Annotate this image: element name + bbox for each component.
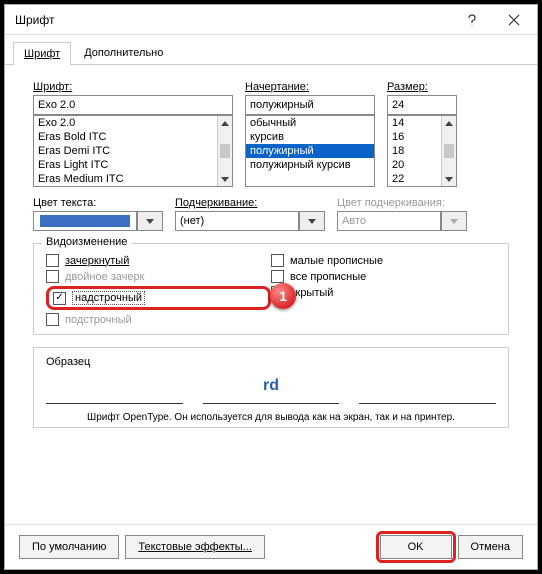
tab-bar: Шрифт Дополнительно [5, 35, 537, 65]
list-item[interactable]: полужирный курсив [246, 158, 374, 172]
list-item[interactable]: 24 [388, 186, 456, 187]
window-title: Шрифт [15, 13, 54, 27]
dialog-footer: По умолчанию Текстовые эффекты... 2 OK О… [5, 524, 537, 569]
check-superscript[interactable]: надстрочный [53, 291, 145, 305]
undercolor-label: Цвет подчеркивания: [337, 197, 467, 209]
effects-group: Видоизменение зачеркнутый двойное зачерк… [33, 243, 509, 335]
sample-group: Образец rd Шрифт OpenType. Он использует… [33, 347, 509, 428]
list-item[interactable]: Eras Medium ITC [34, 172, 232, 186]
check-smallcaps[interactable]: малые прописные [271, 254, 496, 267]
font-dialog: Шрифт Шрифт Дополнительно Шрифт: Exo 2.0… [4, 4, 538, 570]
sample-text: rd [203, 368, 340, 404]
style-list[interactable]: обычныйкурсивполужирныйполужирный курсив [245, 115, 375, 187]
list-item[interactable]: Eras Bold ITC [34, 130, 232, 144]
chevron-down-icon[interactable] [137, 211, 163, 231]
scroll-thumb[interactable] [444, 144, 454, 158]
texteffects-button[interactable]: Текстовые эффекты... [125, 535, 265, 559]
scroll-up-icon[interactable] [221, 116, 229, 130]
size-list[interactable]: 141618202224 [387, 115, 457, 187]
underline-label: Подчеркивание: [175, 197, 325, 209]
fontcolor-combo[interactable] [33, 211, 163, 231]
check-hidden[interactable]: скрытый [271, 286, 496, 299]
size-label: Размер: [387, 81, 457, 93]
list-item[interactable]: курсив [246, 130, 374, 144]
check-strikethrough[interactable]: зачеркнутый [46, 254, 271, 267]
scroll-down-icon[interactable] [445, 172, 453, 186]
style-input[interactable] [245, 95, 375, 115]
help-icon[interactable] [451, 6, 493, 34]
list-item[interactable]: обычный [246, 116, 374, 130]
scroll-thumb[interactable] [220, 144, 230, 158]
tab-font[interactable]: Шрифт [13, 42, 71, 65]
font-input[interactable] [33, 95, 233, 115]
font-label: Шрифт: [33, 81, 233, 93]
style-label: Начертание: [245, 81, 375, 93]
undercolor-combo: Авто [337, 211, 467, 231]
close-icon[interactable] [493, 6, 535, 34]
size-input[interactable] [387, 95, 457, 115]
underline-combo[interactable]: (нет) [175, 211, 325, 231]
check-allcaps[interactable]: все прописные [271, 270, 496, 283]
ok-button[interactable]: OK [380, 535, 452, 559]
fontcolor-label: Цвет текста: [33, 197, 163, 209]
font-list[interactable]: Exo 2.0Eras Bold ITCEras Demi ITCEras Li… [33, 115, 233, 187]
scrollbar[interactable] [441, 116, 456, 186]
check-subscript[interactable]: подстрочный [46, 313, 271, 326]
list-item[interactable]: Eras Demi ITC [34, 144, 232, 158]
callout-1: 1 [270, 283, 296, 309]
default-button[interactable]: По умолчанию [19, 535, 119, 559]
chevron-down-icon[interactable] [299, 211, 325, 231]
cancel-button[interactable]: Отмена [458, 535, 523, 559]
list-item[interactable]: полужирный [246, 144, 374, 158]
titlebar: Шрифт [5, 5, 537, 35]
list-item[interactable]: Exo 2.0 [34, 186, 232, 187]
tab-advanced[interactable]: Дополнительно [73, 41, 174, 64]
check-double-strike[interactable]: двойное зачерк [46, 270, 271, 283]
sample-hint: Шрифт OpenType. Он используется для выво… [46, 412, 496, 423]
color-swatch [40, 215, 130, 227]
scroll-down-icon[interactable] [221, 172, 229, 186]
scrollbar[interactable] [217, 116, 232, 186]
list-item[interactable]: Eras Light ITC [34, 158, 232, 172]
highlight-1: надстрочный 1 [46, 286, 271, 310]
chevron-down-icon [441, 211, 467, 231]
scroll-up-icon[interactable] [445, 116, 453, 130]
list-item[interactable]: Exo 2.0 [34, 116, 232, 130]
